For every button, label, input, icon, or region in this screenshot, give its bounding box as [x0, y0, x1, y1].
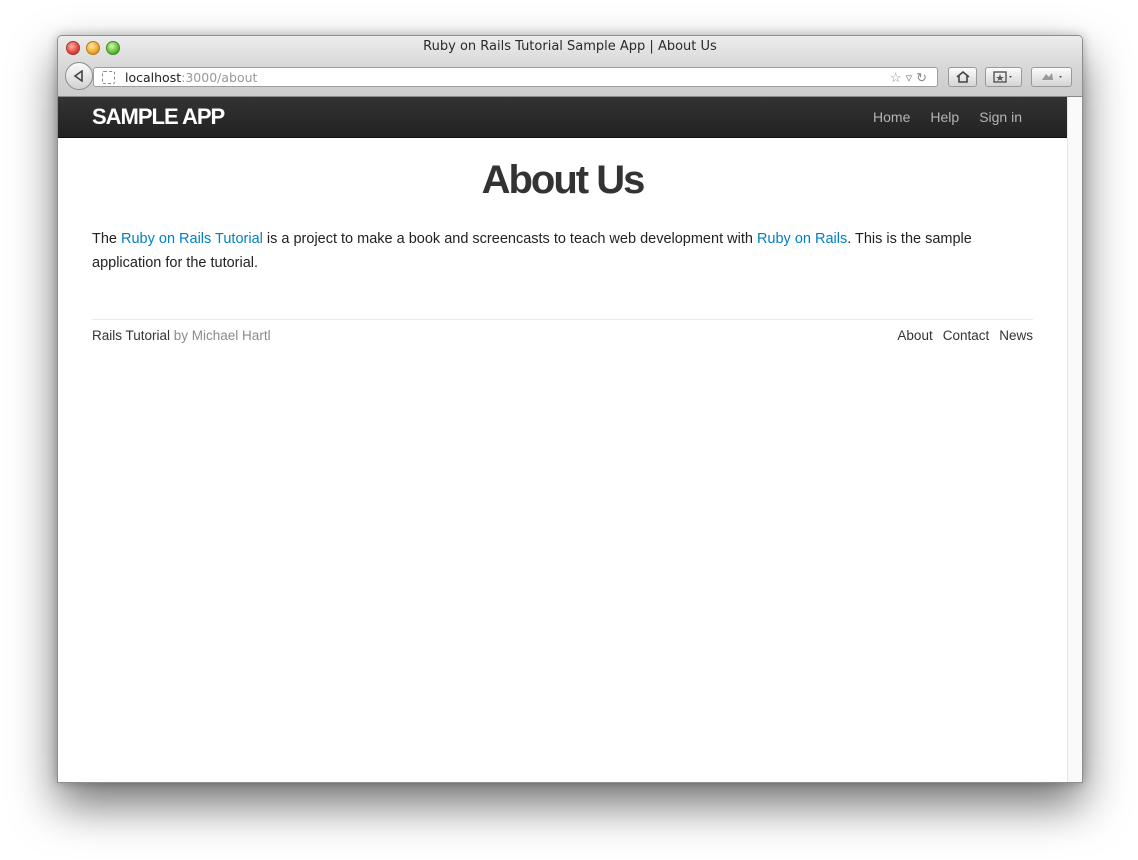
nav-link-help[interactable]: Help — [930, 109, 959, 125]
bookmarks-icon — [992, 71, 1012, 83]
browser-window: Ruby on Rails Tutorial Sample App | Abou… — [57, 35, 1083, 783]
back-button[interactable] — [65, 62, 93, 90]
footer-link-contact[interactable]: Contact — [943, 328, 990, 343]
history-dropdown-icon[interactable]: ▿ — [906, 70, 917, 85]
scrollbar-gutter[interactable] — [1067, 97, 1082, 782]
url-host: localhost — [125, 70, 182, 85]
nav-link-sign-in[interactable]: Sign in — [979, 109, 1022, 125]
footer-link-about[interactable]: About — [897, 328, 932, 343]
window-title: Ruby on Rails Tutorial Sample App | Abou… — [423, 39, 717, 54]
home-icon — [955, 71, 970, 83]
rails-tutorial-link[interactable]: Ruby on Rails Tutorial — [121, 231, 263, 247]
bookmark-star-icon[interactable]: ☆ — [890, 70, 906, 85]
site-identity-icon[interactable] — [102, 71, 115, 84]
nav-links: Home Help Sign in — [873, 109, 1022, 125]
intro-text-2: is a project to make a book and screenca… — [262, 231, 757, 247]
footer-author: by Michael Hartl — [170, 328, 271, 343]
site-footer: Rails Tutorial by Michael Hartl About Co… — [92, 319, 1033, 352]
bookmarks-button[interactable] — [985, 67, 1022, 87]
intro-text-1: The — [92, 231, 122, 247]
site-logo[interactable]: SAMPLE APP — [92, 105, 225, 129]
back-icon — [73, 70, 83, 82]
url-path: :3000/about — [181, 70, 258, 85]
address-bar[interactable]: localhost:3000/about ☆▿↻ — [93, 67, 938, 87]
intro-paragraph: The Ruby on Rails Tutorial is a project … — [92, 227, 1022, 275]
home-button[interactable] — [948, 67, 977, 87]
page-viewport: SAMPLE APP Home Help Sign in About Us Th… — [58, 97, 1067, 782]
browser-titlebar: Ruby on Rails Tutorial Sample App | Abou… — [58, 36, 1082, 97]
addon-icon — [1041, 73, 1062, 80]
addons-button[interactable] — [1031, 67, 1072, 87]
reload-icon[interactable]: ↻ — [916, 70, 931, 85]
footer-brand-link[interactable]: Rails Tutorial — [92, 328, 170, 343]
footer-link-news[interactable]: News — [999, 328, 1033, 343]
footer-credit: Rails Tutorial by Michael Hartl — [92, 328, 271, 343]
nav-link-home[interactable]: Home — [873, 109, 910, 125]
address-bar-icons: ☆▿↻ — [890, 69, 931, 86]
ruby-on-rails-link[interactable]: Ruby on Rails — [757, 231, 847, 247]
page-title: About Us — [481, 158, 646, 202]
footer-links: About Contact News — [897, 328, 1033, 343]
site-navbar: SAMPLE APP Home Help Sign in — [58, 97, 1067, 138]
address-url[interactable]: localhost:3000/about — [125, 69, 257, 86]
